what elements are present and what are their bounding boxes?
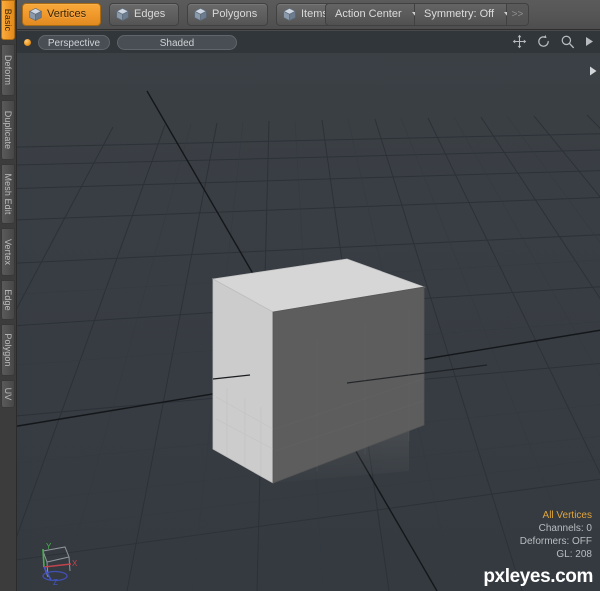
sidebar-tab-deform-label: Deform: [3, 54, 13, 86]
top-toolbar: Vertices Edges Polygons Items Action Cen…: [0, 0, 600, 30]
status-gl: GL: 208: [556, 549, 592, 560]
cube-icon: [282, 7, 297, 22]
viewport-header: Perspective Shaded: [17, 31, 600, 53]
mode-button-polygons-label: Polygons: [212, 8, 258, 20]
cube-icon: [115, 7, 130, 22]
sidebar-tab-basic[interactable]: Basic: [1, 0, 15, 40]
toolbar-overflow-label: >>: [511, 9, 524, 20]
pan-icon[interactable]: [512, 34, 527, 49]
sidebar-tab-uv-label: UV: [3, 387, 13, 401]
axis-label-y: Y: [46, 542, 52, 551]
toolbar-dropdown-group: Action Center Symmetry: Off >>: [325, 3, 529, 26]
zoom-icon[interactable]: [560, 34, 575, 49]
axis-label-x: X: [72, 559, 78, 568]
sidebar-tab-vertex[interactable]: Vertex: [1, 228, 15, 276]
mode-button-vertices-label: Vertices: [47, 8, 87, 20]
status-channels: Channels: 0: [538, 523, 592, 534]
rotate-icon[interactable]: [536, 34, 551, 49]
sidebar-tab-basic-label: Basic: [3, 8, 13, 32]
sidebar-tab-duplicate-label: Duplicate: [3, 110, 13, 150]
play-arrow-icon[interactable]: [584, 35, 594, 48]
status-deformers: Deformers: OFF: [519, 536, 592, 547]
action-center-dropdown[interactable]: Action Center: [325, 3, 420, 26]
sidebar-tab-polygon[interactable]: Polygon: [1, 324, 15, 376]
symmetry-dropdown[interactable]: Symmetry: Off: [415, 3, 513, 26]
sidebar-tab-duplicate[interactable]: Duplicate: [1, 100, 15, 160]
viewport-3d[interactable]: Perspective Shaded Y X Z All Vertices Ch…: [17, 31, 600, 591]
mode-button-vertices[interactable]: Vertices: [22, 3, 101, 26]
mode-button-polygons[interactable]: Polygons: [187, 3, 268, 26]
axis-label-z: Z: [53, 578, 58, 587]
modo-application-window: Vertices Edges Polygons Items Action Cen…: [0, 0, 600, 591]
axis-gizmo[interactable]: Y X Z: [29, 535, 85, 587]
toolbar-overflow-button[interactable]: >>: [507, 3, 529, 26]
sidebar-tab-vertex-label: Vertex: [3, 238, 13, 266]
cube-icon: [193, 7, 208, 22]
sidebar-tab-edge[interactable]: Edge: [1, 280, 15, 320]
watermark: pxleyes.com: [483, 566, 593, 587]
shading-selector[interactable]: Shaded: [117, 34, 237, 50]
sidebar-tab-mesh-edit-label: Mesh Edit: [3, 173, 13, 215]
viewport-scroll-arrow-icon[interactable]: [588, 65, 598, 77]
viewport-menu-dot-icon[interactable]: [24, 38, 31, 46]
sidebar-tab-deform[interactable]: Deform: [1, 44, 15, 96]
sidebar-tab-polygon-label: Polygon: [3, 333, 13, 367]
viewport-tool-icons: [512, 34, 594, 49]
sidebar-tab-edge-label: Edge: [3, 289, 13, 311]
mode-button-edges-label: Edges: [134, 8, 166, 20]
action-center-label: Action Center: [335, 8, 402, 20]
sidebar-tab-mesh-edit[interactable]: Mesh Edit: [1, 164, 15, 224]
mode-button-edges[interactable]: Edges: [109, 3, 179, 26]
sidebar-tab-uv[interactable]: UV: [1, 380, 15, 408]
symmetry-label: Symmetry: Off: [424, 8, 495, 20]
cube-icon: [28, 7, 43, 22]
projection-selector[interactable]: Perspective: [38, 34, 110, 50]
status-selection: All Vertices: [542, 510, 592, 521]
viewport-scene: [17, 31, 600, 591]
viewport-status-readout: All Vertices Channels: 0 Deformers: OFF …: [520, 509, 592, 561]
selection-mode-group: Vertices Edges Polygons Items: [22, 3, 354, 26]
left-tab-strip: Basic Deform Duplicate Mesh Edit Vertex …: [0, 0, 17, 591]
mode-button-items-label: Items: [301, 8, 328, 20]
